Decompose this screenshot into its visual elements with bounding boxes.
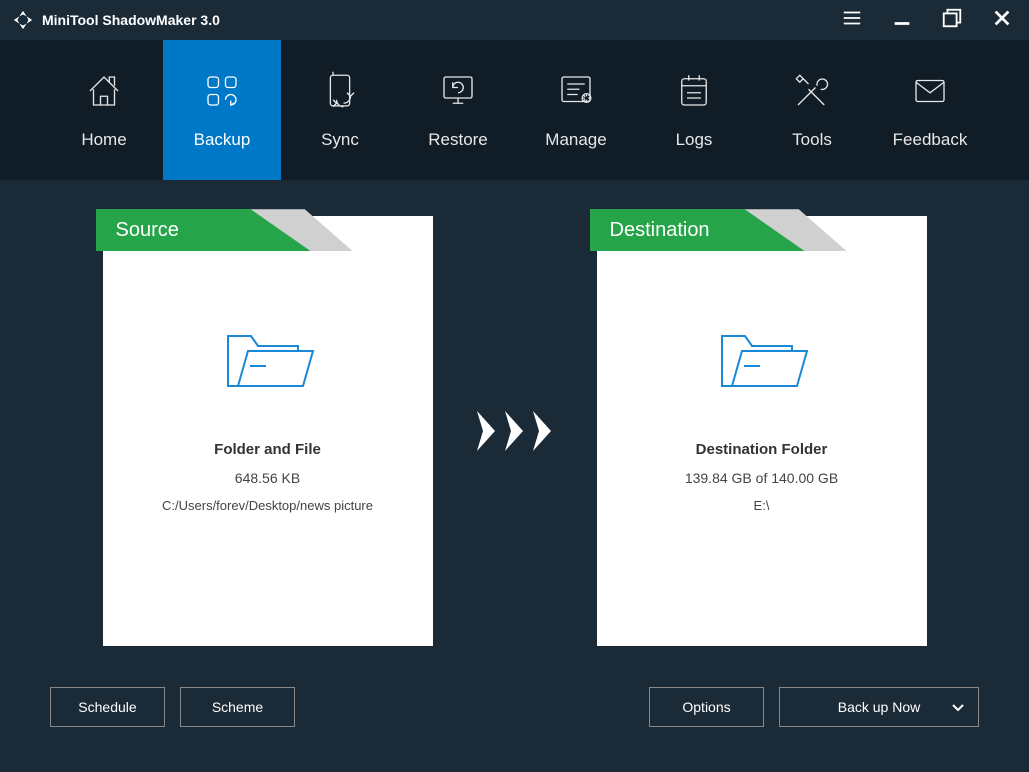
destination-content: Destination Folder 139.84 GB of 140.00 G… <box>597 216 927 513</box>
main-nav: Home Backup Sync Restore Manage Logs Too… <box>0 40 1029 180</box>
source-content: Folder and File 648.56 KB C:/Users/forev… <box>103 216 433 513</box>
nav-logs[interactable]: Logs <box>635 40 753 180</box>
nav-label: Tools <box>792 130 832 150</box>
source-size: 648.56 KB <box>235 470 300 486</box>
nav-restore[interactable]: Restore <box>399 40 517 180</box>
logs-icon <box>673 70 715 112</box>
destination-size: 139.84 GB of 140.00 GB <box>685 470 838 486</box>
minimize-icon[interactable] <box>887 3 917 38</box>
main-area: Source Folder and File 648.56 KB C:/User… <box>0 180 1029 682</box>
sync-icon <box>319 70 361 112</box>
chevron-down-icon <box>952 704 964 712</box>
nav-label: Restore <box>428 130 488 150</box>
app-logo-icon <box>12 9 34 31</box>
home-icon <box>83 70 125 112</box>
tools-icon <box>791 70 833 112</box>
nav-manage[interactable]: Manage <box>517 40 635 180</box>
nav-label: Logs <box>676 130 713 150</box>
feedback-icon <box>909 70 951 112</box>
options-button[interactable]: Options <box>649 687 764 727</box>
nav-label: Backup <box>194 130 251 150</box>
destination-title: Destination Folder <box>696 441 828 458</box>
arrow-icon <box>473 411 557 451</box>
nav-label: Feedback <box>893 130 968 150</box>
footer-bar: Schedule Scheme Options Back up Now <box>0 682 1029 772</box>
nav-home[interactable]: Home <box>45 40 163 180</box>
nav-tools[interactable]: Tools <box>753 40 871 180</box>
close-icon[interactable] <box>987 3 1017 38</box>
backup-now-button[interactable]: Back up Now <box>779 687 979 727</box>
nav-label: Manage <box>545 130 606 150</box>
nav-backup[interactable]: Backup <box>163 40 281 180</box>
app-title: MiniTool ShadowMaker 3.0 <box>42 12 220 28</box>
titlebar: MiniTool ShadowMaker 3.0 <box>0 0 1029 40</box>
folder-icon <box>218 321 318 401</box>
scheme-button[interactable]: Scheme <box>180 687 295 727</box>
restore-icon <box>437 70 479 112</box>
source-panel[interactable]: Source Folder and File 648.56 KB C:/User… <box>103 216 433 646</box>
nav-label: Sync <box>321 130 359 150</box>
maximize-icon[interactable] <box>937 3 967 38</box>
app-logo: MiniTool ShadowMaker 3.0 <box>12 9 220 31</box>
source-title: Folder and File <box>214 441 321 458</box>
folder-icon <box>712 321 812 401</box>
schedule-button[interactable]: Schedule <box>50 687 165 727</box>
manage-icon <box>555 70 597 112</box>
backup-icon <box>201 70 243 112</box>
source-path: C:/Users/forev/Desktop/news picture <box>162 498 373 513</box>
window-controls <box>837 3 1017 38</box>
nav-label: Home <box>81 130 126 150</box>
menu-icon[interactable] <box>837 3 867 38</box>
nav-sync[interactable]: Sync <box>281 40 399 180</box>
destination-panel[interactable]: Destination Destination Folder 139.84 GB… <box>597 216 927 646</box>
nav-feedback[interactable]: Feedback <box>871 40 989 180</box>
destination-path: E:\ <box>754 498 770 513</box>
